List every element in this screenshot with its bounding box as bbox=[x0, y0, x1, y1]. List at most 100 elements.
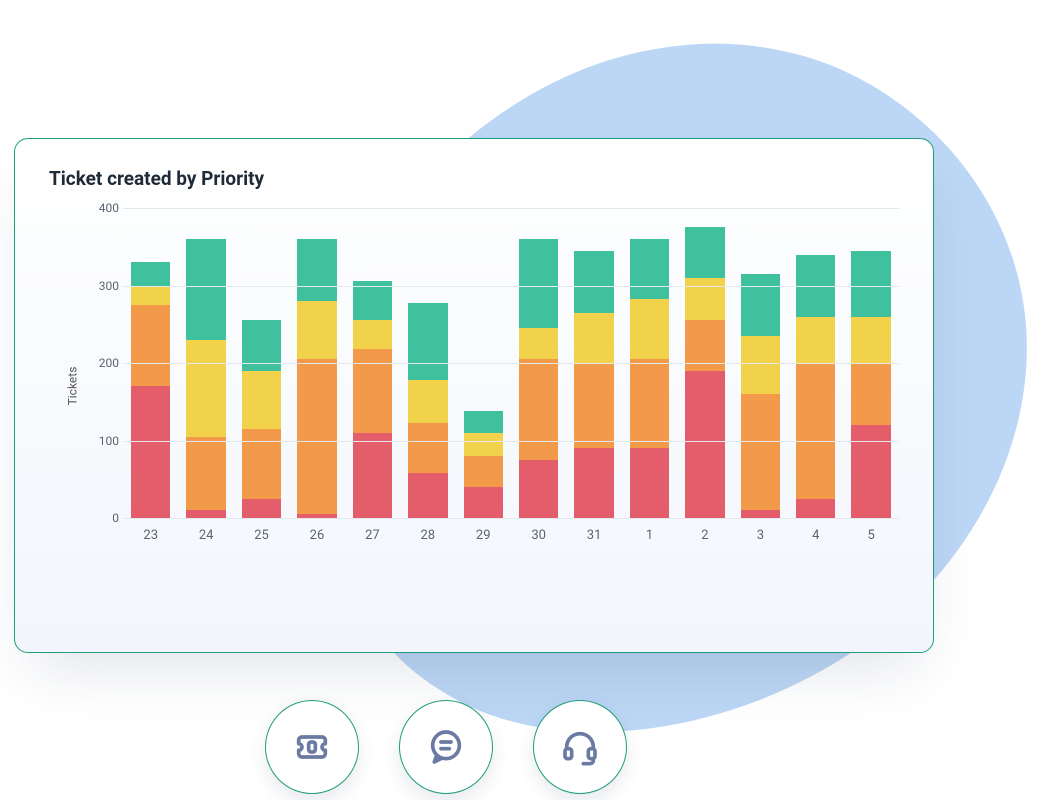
stacked-bar bbox=[630, 239, 669, 518]
ticket-icon[interactable] bbox=[265, 700, 359, 794]
bar-segment-orange bbox=[574, 363, 613, 448]
bar-column bbox=[297, 239, 336, 518]
y-tick-label: 100 bbox=[89, 434, 119, 448]
stacked-bar bbox=[851, 251, 890, 518]
stacked-bar bbox=[242, 320, 281, 518]
bar-column bbox=[131, 262, 170, 518]
bar-segment-orange bbox=[297, 359, 336, 514]
x-tick-label: 27 bbox=[353, 528, 392, 543]
chat-icon[interactable] bbox=[399, 700, 493, 794]
bar-segment-red bbox=[464, 487, 503, 518]
headset-icon[interactable] bbox=[533, 700, 627, 794]
stacked-bar bbox=[408, 303, 447, 518]
bar-segment-red bbox=[851, 425, 890, 518]
bar-column bbox=[796, 255, 835, 519]
x-tick-label: 23 bbox=[131, 528, 170, 543]
x-tick-label: 31 bbox=[574, 528, 613, 543]
x-tick-label: 26 bbox=[297, 528, 336, 543]
bar-segment-yellow bbox=[464, 433, 503, 456]
chart-card: Ticket created by Priority Tickets 01002… bbox=[14, 138, 934, 653]
x-tick-label: 2 bbox=[685, 528, 724, 543]
bar-column bbox=[186, 239, 225, 518]
bar-segment-red bbox=[519, 460, 558, 518]
grid-line bbox=[123, 286, 899, 287]
x-tick-label: 28 bbox=[408, 528, 447, 543]
bar-segment-green bbox=[685, 227, 724, 277]
y-axis-label: Tickets bbox=[65, 366, 79, 405]
bar-column bbox=[242, 320, 281, 518]
bar-segment-green bbox=[353, 281, 392, 320]
bar-segment-red bbox=[685, 371, 724, 518]
bar-segment-yellow bbox=[297, 301, 336, 359]
y-tick-label: 300 bbox=[89, 279, 119, 293]
bar-segment-yellow bbox=[519, 328, 558, 359]
bar-column bbox=[630, 239, 669, 518]
bar-segment-green bbox=[519, 239, 558, 328]
grid-line bbox=[123, 518, 899, 519]
chart-title: Ticket created by Priority bbox=[49, 167, 899, 190]
bar-segment-yellow bbox=[353, 320, 392, 349]
bar-segment-orange bbox=[796, 363, 835, 499]
bar-column bbox=[353, 281, 392, 518]
bar-segment-red bbox=[630, 448, 669, 518]
bar-segment-red bbox=[186, 510, 225, 518]
bar-column bbox=[519, 239, 558, 518]
stacked-bar bbox=[186, 239, 225, 518]
bar-segment-green bbox=[464, 411, 503, 433]
x-tick-label: 24 bbox=[186, 528, 225, 543]
chart-area: Tickets 0100200300400 232425262728293031… bbox=[89, 208, 899, 563]
x-tick-label: 29 bbox=[464, 528, 503, 543]
bar-segment-red bbox=[353, 433, 392, 518]
x-tick-label: 25 bbox=[242, 528, 281, 543]
bar-segment-orange bbox=[630, 359, 669, 448]
bar-segment-yellow bbox=[851, 317, 890, 364]
y-tick-label: 400 bbox=[89, 201, 119, 215]
x-tick-label: 3 bbox=[741, 528, 780, 543]
bar-segment-red bbox=[131, 386, 170, 518]
bar-segment-green bbox=[630, 239, 669, 299]
stacked-bar bbox=[464, 411, 503, 518]
bar-segment-green bbox=[741, 274, 780, 336]
x-tick-label: 5 bbox=[851, 528, 890, 543]
bar-column bbox=[741, 274, 780, 518]
bar-segment-red bbox=[741, 510, 780, 518]
bar-column bbox=[851, 251, 890, 518]
bar-column bbox=[685, 227, 724, 518]
bar-segment-red bbox=[574, 448, 613, 518]
bar-segment-orange bbox=[464, 456, 503, 487]
x-tick-label: 30 bbox=[519, 528, 558, 543]
stacked-bar bbox=[353, 281, 392, 518]
bar-segment-green bbox=[297, 239, 336, 301]
bar-segment-yellow bbox=[408, 380, 447, 423]
bar-segment-orange bbox=[408, 423, 447, 473]
stacked-bar bbox=[685, 227, 724, 518]
bar-segment-yellow bbox=[242, 371, 281, 429]
bar-segment-orange bbox=[519, 359, 558, 460]
bar-column bbox=[464, 411, 503, 518]
bar-segment-orange bbox=[131, 305, 170, 386]
plot: 0100200300400 bbox=[123, 208, 899, 518]
stacked-bar bbox=[519, 239, 558, 518]
bar-segment-green bbox=[131, 262, 170, 285]
bar-segment-green bbox=[574, 251, 613, 313]
stacked-bar bbox=[131, 262, 170, 518]
bar-segment-orange bbox=[186, 437, 225, 511]
bar-segment-yellow bbox=[796, 317, 835, 364]
x-axis-labels: 23242526272829303112345 bbox=[123, 518, 899, 543]
bar-segment-red bbox=[242, 499, 281, 518]
bar-segment-green bbox=[186, 239, 225, 340]
bar-segment-red bbox=[408, 473, 447, 518]
bar-segment-orange bbox=[851, 363, 890, 425]
grid-line bbox=[123, 208, 899, 209]
bar-segment-yellow bbox=[131, 286, 170, 305]
x-tick-label: 4 bbox=[796, 528, 835, 543]
x-tick-label: 1 bbox=[630, 528, 669, 543]
bar-column bbox=[574, 251, 613, 518]
stacked-bar bbox=[741, 274, 780, 518]
y-tick-label: 200 bbox=[89, 356, 119, 370]
y-tick-label: 0 bbox=[89, 511, 119, 525]
grid-line bbox=[123, 363, 899, 364]
bar-segment-orange bbox=[741, 394, 780, 510]
bar-segment-orange bbox=[353, 349, 392, 433]
bar-segment-yellow bbox=[574, 313, 613, 363]
